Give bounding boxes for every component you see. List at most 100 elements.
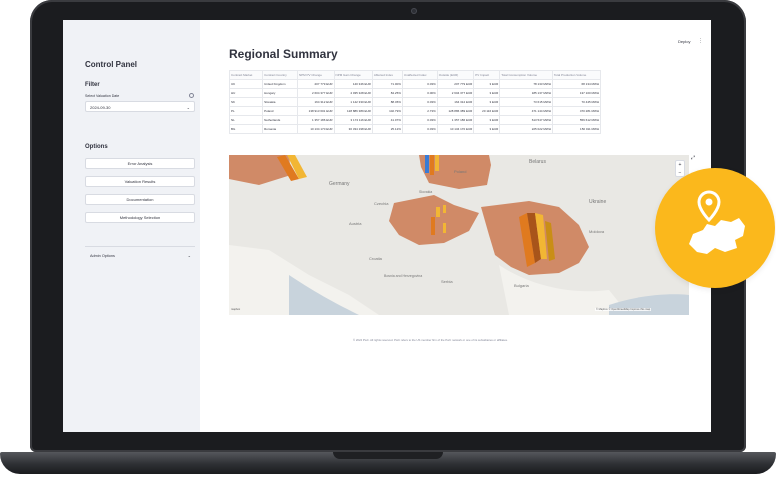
table-cell: Hungary	[262, 88, 299, 98]
map-label: Serbia	[441, 279, 453, 284]
app-screen: Control Panel Filter Select Valuation Da…	[63, 20, 711, 432]
table-cell: 84.25%	[371, 88, 403, 98]
table-cell: 128 886 389 EUR	[436, 106, 475, 116]
table-cell: 71.00%	[371, 79, 403, 89]
table-cell: 613 547 MWH	[499, 115, 553, 125]
table-cell: 70 445 MWH	[551, 97, 602, 107]
table-cell: 78 133 MWH	[499, 79, 553, 89]
column-header[interactable]: NPM PV Change	[297, 70, 335, 80]
documentation-button[interactable]: Documentation	[85, 194, 195, 205]
map-label: Bulgaria	[514, 283, 529, 288]
table-cell: NL	[228, 115, 264, 125]
date-value: 2024-09-30	[90, 105, 111, 110]
laptop-notch	[333, 452, 443, 459]
table-cell: UK	[228, 79, 264, 89]
map-label: Croatia	[369, 256, 383, 261]
table-cell: 0.03%	[401, 124, 438, 134]
table-cell: 0.00%	[401, 88, 438, 98]
table-cell: 128 886 389 EUR	[333, 106, 373, 116]
table-row[interactable]: PL Poland 138 913 601 EUR 128 886 389 EUR 10…	[228, 106, 602, 116]
table-cell: 150 011 MWH	[551, 124, 602, 134]
map-location-icon	[689, 190, 745, 254]
table-cell: 102.79%	[371, 106, 403, 116]
table-cell: 2.73%	[401, 106, 438, 116]
table-cell: 10 134 170 EUR	[436, 124, 475, 134]
column-header[interactable]: Affected Index	[371, 70, 403, 80]
table-row[interactable]: HU Hungary 2 604 377 EUR 4 035 328 EUR 84.25…	[228, 88, 602, 98]
date-input[interactable]: 2024-09-30 ⌄	[85, 101, 195, 112]
table-cell: 3 EUR	[473, 115, 501, 125]
table-row[interactable]: SK Slovakia 164 312 EUR 1 142 330 EUR 88.45%…	[228, 97, 602, 107]
column-header[interactable]: Total Production Volume	[551, 70, 602, 80]
sidebar: Control Panel Filter Select Valuation Da…	[63, 20, 200, 432]
table-cell: 470 281 MWH	[551, 106, 602, 116]
bar-column[interactable]	[436, 207, 440, 217]
error-analysis-button[interactable]: Error Analysis	[85, 158, 195, 169]
table-cell: 207 779 EUR	[436, 79, 475, 89]
table-cell: PL	[228, 106, 264, 116]
table-cell: 2 604 377 EUR	[436, 88, 475, 98]
column-header[interactable]: PV Impact	[473, 70, 501, 80]
table-cell: 3 EUR	[473, 88, 501, 98]
admin-options-label: Admin Options	[90, 254, 115, 258]
table-cell: 3 174 116 EUR	[333, 115, 373, 125]
table-cell: 41.07%	[371, 115, 403, 125]
table-cell: 10 134 170 EUR	[297, 124, 335, 134]
table-cell: 164 312 EUR	[436, 97, 475, 107]
bar-column[interactable]	[430, 155, 434, 175]
table-cell: 3 EUR	[473, 79, 501, 89]
map-label: Bosnia and Herzegovina	[384, 274, 422, 278]
table-cell: Romania	[262, 124, 299, 134]
column-header[interactable]: Contract Market	[228, 70, 264, 80]
bar-column[interactable]	[435, 155, 439, 171]
map-label: Poland	[454, 169, 466, 174]
deploy-button[interactable]: Deploy	[678, 39, 690, 44]
map-label: Slovakia	[419, 190, 432, 194]
table-cell: 4 035 328 EUR	[333, 88, 373, 98]
bar-column[interactable]	[425, 155, 429, 173]
table-cell: 25.12%	[371, 124, 403, 134]
column-header[interactable]: NPM Gain Change	[333, 70, 373, 80]
valuation-results-button[interactable]: Valuation Results	[85, 176, 195, 187]
laptop-mockup: Control Panel Filter Select Valuation Da…	[0, 0, 776, 485]
admin-options-expander[interactable]: Admin Options ⌄	[85, 251, 195, 261]
table-cell: 2 604 377 EUR	[297, 88, 335, 98]
bar-column[interactable]	[443, 205, 446, 213]
date-label: Select Valuation Date	[85, 94, 120, 98]
fullscreen-icon[interactable]: ⤢	[691, 155, 695, 161]
sidebar-divider	[85, 246, 195, 247]
table-cell: 73 615 MWH	[499, 97, 553, 107]
table-cell: 1 357 186 EUR	[297, 115, 335, 125]
map-attribution[interactable]: © Mapbox © OpenStreetMap Improve this ma…	[595, 308, 652, 311]
table-row[interactable]: BG Romania 10 134 170 EUR 30 334 198 EUR 25.…	[228, 124, 602, 134]
table-row[interactable]: UK United Kingdom 207 779 EUR 140 346 EUR 71…	[228, 79, 602, 89]
filter-heading: Filter	[85, 82, 100, 88]
table-cell: United Kingdom	[262, 79, 299, 89]
sidebar-title: Control Panel	[85, 60, 138, 69]
map-label: Czechia	[374, 201, 389, 206]
table-cell: 0.03%	[401, 79, 438, 89]
table-cell: 3 EUR	[473, 124, 501, 134]
table-row[interactable]: NL Netherlands 1 357 186 EUR 3 174 116 EUR 4…	[228, 115, 602, 125]
regional-map[interactable]: Germany Czechia Poland Belarus Ukraine R…	[229, 155, 689, 315]
bar-column[interactable]	[431, 217, 435, 235]
table-cell: 185 137 MWH	[499, 88, 553, 98]
table-cell: 138 913 601 EUR	[297, 106, 335, 116]
table-cell: BG	[228, 124, 264, 134]
methodology-selection-button[interactable]: Methodology Selection	[85, 212, 195, 223]
map-label: Moldova	[589, 229, 605, 234]
table-cell: 20 116 EUR	[473, 106, 501, 116]
table-cell: 1 142 330 EUR	[333, 97, 373, 107]
bar-column[interactable]	[443, 223, 446, 233]
help-icon[interactable]	[189, 93, 194, 98]
table-cell: 3 EUR	[473, 97, 501, 107]
column-header[interactable]: Unaffected Index	[401, 70, 438, 80]
column-header[interactable]: Contract Country	[262, 70, 299, 80]
more-menu-icon[interactable]: ⋮	[698, 38, 703, 44]
table-cell: 164 312 EUR	[297, 97, 335, 107]
table-cell: 68 134 MWH	[551, 79, 602, 89]
column-header[interactable]: Total Consumption Volume	[499, 70, 553, 80]
column-header[interactable]: Outside (EUR)	[436, 70, 475, 80]
table-cell: 137 100 MWH	[551, 88, 602, 98]
map-label: Austria	[349, 221, 362, 226]
